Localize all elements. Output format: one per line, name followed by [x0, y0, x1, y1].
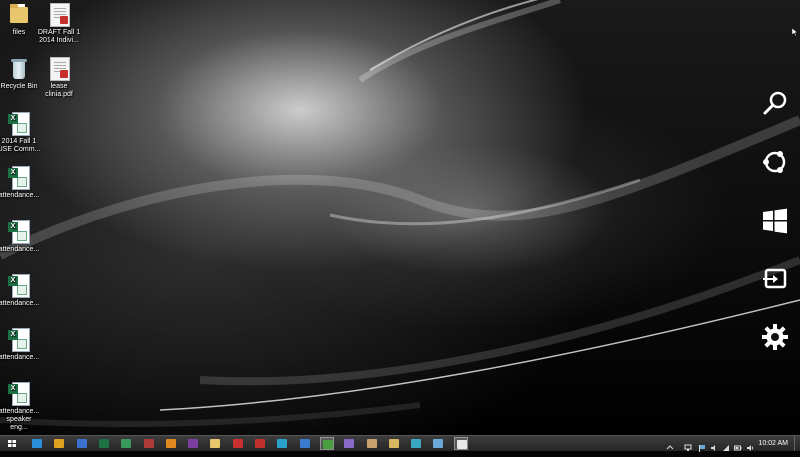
- taskbar-app-app-blue[interactable]: [75, 437, 89, 450]
- acrobat-icon: [255, 439, 265, 448]
- charm-share[interactable]: [760, 147, 790, 177]
- desktop-icon-attendance-3[interactable]: X attendance...: [0, 274, 41, 308]
- excel-file-icon: X: [8, 166, 30, 190]
- network-icon[interactable]: [684, 439, 692, 451]
- taskbar-app-app-cyan[interactable]: [275, 437, 289, 450]
- desktop-icon-excel-use[interactable]: X 2014 Fall 1 USE Comm...: [0, 112, 41, 154]
- taskbar: 10:02 AM: [0, 435, 800, 452]
- app-tan-icon: [366, 439, 377, 448]
- settings-icon: [762, 324, 788, 350]
- excel-2-icon: [121, 439, 132, 448]
- charms-bar: [750, 0, 800, 435]
- wifi-icon[interactable]: [722, 439, 730, 451]
- start-icon: [763, 208, 787, 234]
- pdf-file-icon: [48, 57, 70, 81]
- charm-settings[interactable]: [760, 322, 790, 352]
- charm-devices[interactable]: [760, 264, 790, 294]
- app-orange-icon: [165, 439, 176, 448]
- taskbar-app-excel[interactable]: [97, 437, 111, 450]
- taskbar-app-file-explorer[interactable]: [208, 437, 222, 450]
- taskbar-app-access[interactable]: [142, 437, 156, 450]
- taskbar-app-onenote[interactable]: [186, 437, 200, 450]
- taskbar-app-app-folder[interactable]: [387, 437, 401, 450]
- taskbar-app-excel-2[interactable]: [119, 437, 133, 450]
- share-icon: [763, 151, 786, 173]
- app-blue-2-icon: [299, 439, 310, 448]
- taskbar-app-active-window[interactable]: [453, 437, 468, 450]
- flag-icon[interactable]: [698, 439, 706, 452]
- excel-file-icon: X: [8, 328, 30, 352]
- speaker-icon[interactable]: [746, 439, 754, 451]
- excel-file-icon: X: [8, 382, 30, 406]
- desktop-wallpaper: files DRAFT Fall 1 2014 Indivi... Recycl…: [0, 0, 800, 435]
- folder-icon: [8, 3, 30, 27]
- taskbar-app-app-tan[interactable]: [365, 437, 379, 450]
- taskbar-app-app-green[interactable]: [319, 437, 334, 450]
- taskbar-app-app-purple[interactable]: [342, 437, 356, 450]
- clock[interactable]: 10:02 AM: [758, 438, 788, 449]
- search-icon: [763, 91, 787, 115]
- pdf-file-icon: [48, 3, 70, 27]
- excel-file-icon: X: [8, 112, 30, 136]
- app-folder-icon: [388, 439, 399, 448]
- devices-icon: [763, 268, 787, 289]
- internet-explorer-icon: [32, 439, 42, 448]
- taskbar-app-app-red[interactable]: [231, 437, 245, 450]
- action-center-icon[interactable]: [666, 439, 674, 450]
- desktop-icon-files[interactable]: files: [0, 3, 41, 37]
- chrome-icon: [54, 439, 65, 448]
- desktop-icon-attendance-5[interactable]: X attendance... speaker eng...: [0, 382, 41, 432]
- wallpaper-waves: [0, 0, 800, 428]
- excel-file-icon: X: [8, 274, 30, 298]
- desktop-icon-attendance-4[interactable]: X attendance...: [0, 328, 41, 362]
- app-gem-icon: [433, 439, 444, 448]
- app-cyan-icon: [277, 439, 288, 448]
- show-desktop-button[interactable]: [794, 436, 800, 451]
- taskbar-app-app-orange[interactable]: [164, 437, 178, 450]
- windows-logo-icon: [8, 440, 16, 447]
- recycle-bin-icon: [8, 57, 30, 81]
- desktop-icon-attendance-2[interactable]: X attendance...: [0, 220, 41, 254]
- charm-start[interactable]: [760, 206, 790, 236]
- access-icon: [143, 439, 154, 448]
- app-purple-icon: [344, 439, 355, 448]
- active-window-icon: [456, 440, 467, 449]
- app-blue-icon: [76, 439, 87, 448]
- taskbar-app-app-teal[interactable]: [409, 437, 423, 450]
- taskbar-app-internet-explorer[interactable]: [30, 437, 44, 450]
- desktop-icon-attendance-1[interactable]: X attendance...: [0, 166, 41, 200]
- onenote-icon: [188, 439, 199, 448]
- desktop-icon-draft-pdf[interactable]: DRAFT Fall 1 2014 Indivi...: [37, 3, 81, 45]
- taskbar-app-app-blue-2[interactable]: [298, 437, 312, 450]
- excel-file-icon: X: [8, 220, 30, 244]
- charm-search[interactable]: [760, 88, 790, 118]
- taskbar-app-chrome[interactable]: [52, 437, 66, 450]
- start-button[interactable]: [5, 437, 19, 450]
- excel-icon: [98, 439, 109, 448]
- battery-icon[interactable]: [734, 439, 742, 451]
- taskbar-app-acrobat[interactable]: [253, 437, 267, 450]
- taskbar-app-app-gem[interactable]: [431, 437, 445, 450]
- volume-icon[interactable]: [710, 439, 718, 451]
- desktop-icon-lease-pdf[interactable]: lease clinia.pdf: [37, 57, 81, 99]
- file-explorer-icon: [210, 439, 221, 448]
- app-green-icon: [322, 440, 333, 449]
- desktop-icon-recycle-bin[interactable]: Recycle Bin: [0, 57, 41, 91]
- app-teal-icon: [411, 439, 422, 448]
- app-red-icon: [232, 439, 243, 448]
